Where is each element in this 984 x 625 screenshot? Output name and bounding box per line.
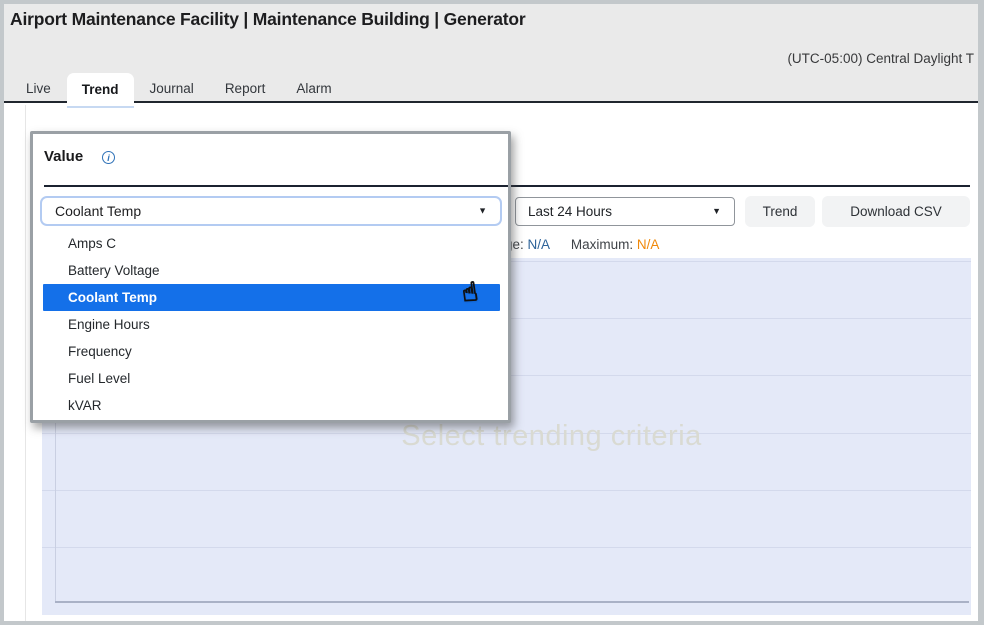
option-kvar[interactable]: kVAR	[33, 392, 508, 419]
tab-alarm[interactable]: Alarm	[296, 73, 331, 104]
option-fuel-level[interactable]: Fuel Level	[33, 365, 508, 392]
info-icon[interactable]: i	[102, 151, 115, 164]
chevron-down-icon: ▼	[478, 197, 487, 223]
option-frequency[interactable]: Frequency	[33, 338, 508, 365]
value-dropdown-panel: Value i Coolant Temp ▼ Amps C Battery Vo…	[30, 131, 511, 423]
tab-live[interactable]: Live	[26, 73, 51, 104]
app-window: Airport Maintenance Facility | Maintenan…	[0, 0, 984, 625]
gridline	[42, 547, 971, 548]
option-amps-c[interactable]: Amps C	[33, 230, 508, 257]
tab-bar: Live Trend Journal Report Alarm	[26, 72, 332, 105]
time-range-select[interactable]: Last 24 Hours ▼	[515, 197, 735, 226]
stats-row: ge: N/A Maximum: N/A	[505, 237, 659, 252]
option-coolant-temp[interactable]: Coolant Temp	[43, 284, 500, 311]
value-select-current: Coolant Temp	[55, 203, 141, 219]
value-select[interactable]: Coolant Temp ▼	[40, 196, 502, 226]
value-label: Value	[44, 148, 83, 165]
chevron-down-icon: ▼	[712, 197, 721, 224]
stat-maximum-label: Maximum:	[571, 237, 633, 252]
page-title: Airport Maintenance Facility | Maintenan…	[10, 9, 525, 30]
value-option-list: Amps C Battery Voltage Coolant Temp Engi…	[33, 230, 508, 419]
header: Airport Maintenance Facility | Maintenan…	[4, 4, 978, 103]
popup-divider	[44, 185, 508, 187]
tab-trend[interactable]: Trend	[67, 73, 134, 108]
x-axis-line	[55, 601, 969, 603]
chart-placeholder-text: Select trending criteria	[132, 420, 971, 453]
tab-journal[interactable]: Journal	[150, 73, 194, 104]
panel-left-border	[25, 105, 26, 621]
gridline	[42, 490, 971, 491]
trend-button[interactable]: Trend	[745, 196, 815, 227]
stat-maximum-value: N/A	[637, 237, 660, 252]
stat-partial-value: N/A	[528, 237, 551, 252]
option-battery-voltage[interactable]: Battery Voltage	[33, 257, 508, 284]
time-range-value: Last 24 Hours	[528, 204, 612, 219]
download-csv-button[interactable]: Download CSV	[822, 196, 970, 227]
tab-report[interactable]: Report	[225, 73, 266, 104]
timezone-label: (UTC-05:00) Central Daylight T	[787, 51, 974, 66]
option-engine-hours[interactable]: Engine Hours	[33, 311, 508, 338]
